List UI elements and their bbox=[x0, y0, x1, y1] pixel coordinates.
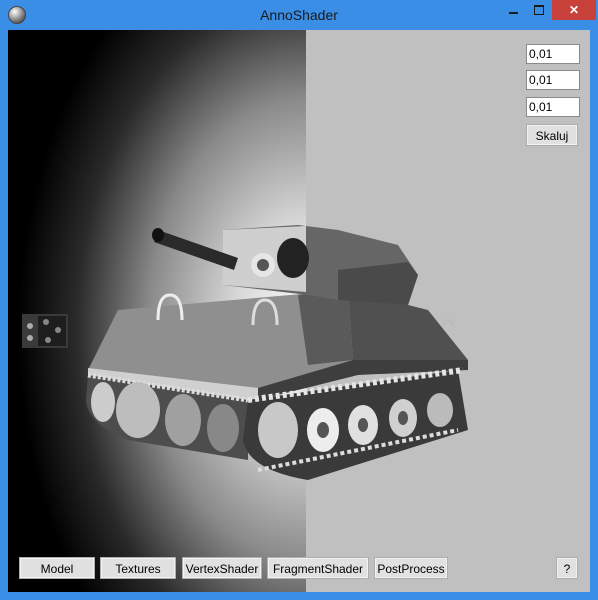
dice-object bbox=[22, 314, 68, 348]
textures-button[interactable]: Textures bbox=[100, 557, 176, 579]
scale-z-input[interactable]: 0,01 bbox=[526, 97, 580, 117]
help-button[interactable]: ? bbox=[556, 557, 578, 579]
model-button[interactable]: Model bbox=[19, 557, 95, 579]
close-icon: ✕ bbox=[568, 3, 580, 17]
post-process-button[interactable]: PostProcess bbox=[374, 557, 448, 579]
minimize-icon bbox=[508, 12, 518, 14]
tank-model-render bbox=[22, 225, 468, 480]
app-window: AnnoShader ✕ 0,01 0,01 0,01 Skaluj Model… bbox=[0, 0, 598, 600]
scale-button[interactable]: Skaluj bbox=[526, 124, 578, 146]
vertex-shader-button[interactable]: VertexShader bbox=[182, 557, 262, 579]
tank-turret bbox=[223, 225, 418, 305]
fragment-shader-button[interactable]: FragmentShader bbox=[267, 557, 369, 579]
scale-x-input[interactable]: 0,01 bbox=[526, 44, 580, 64]
maximize-icon bbox=[534, 5, 544, 15]
title-bar[interactable]: AnnoShader ✕ bbox=[0, 0, 598, 30]
maximize-button[interactable] bbox=[526, 0, 552, 20]
render-viewport[interactable]: 0,01 0,01 0,01 Skaluj Model Textures Ver… bbox=[8, 30, 590, 592]
scale-y-input[interactable]: 0,01 bbox=[526, 70, 580, 90]
minimize-button[interactable] bbox=[500, 0, 526, 20]
close-button[interactable]: ✕ bbox=[552, 0, 596, 20]
